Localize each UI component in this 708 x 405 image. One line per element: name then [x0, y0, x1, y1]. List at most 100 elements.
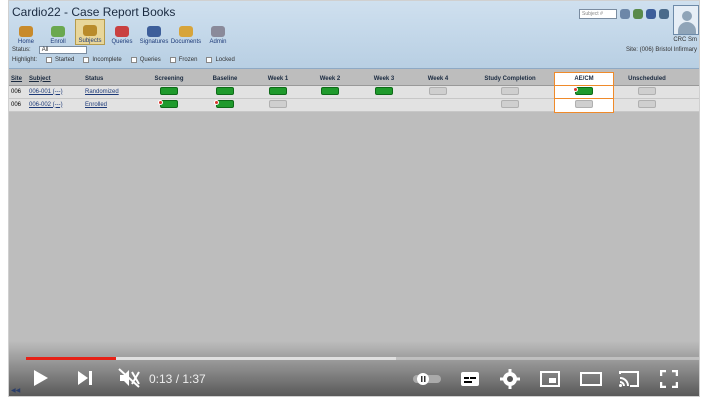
- cast-button[interactable]: [617, 369, 641, 389]
- toolbar-queries-button[interactable]: Queries: [107, 19, 137, 45]
- visit-cell[interactable]: [554, 84, 614, 100]
- search-icon[interactable]: [620, 9, 630, 19]
- subject-search-input[interactable]: Subject #: [579, 9, 617, 19]
- visit-status-button[interactable]: [321, 86, 339, 95]
- progress-played: [26, 357, 116, 360]
- fullscreen-button[interactable]: [659, 369, 679, 389]
- visit-cell: [303, 99, 357, 112]
- casebook-grid: Site Subject Status Screening Baseline Week 1…: [9, 71, 699, 113]
- visit-cell[interactable]: [613, 99, 681, 112]
- app-header: Cardio22 - Case Report Books Home Enroll S…: [9, 1, 699, 69]
- highlight-started-label: Started: [55, 57, 75, 63]
- visit-cell[interactable]: [613, 86, 681, 99]
- visit-cell[interactable]: [141, 86, 197, 99]
- toolbar-admin-button[interactable]: Admin: [203, 19, 233, 45]
- logout-icon[interactable]: [659, 9, 669, 19]
- refresh-icon[interactable]: [633, 9, 643, 19]
- home-icon: [19, 26, 33, 37]
- miniplayer-icon: [540, 371, 560, 387]
- column-header: Unscheduled: [628, 75, 666, 82]
- toolbar-label: Signatures: [139, 39, 169, 45]
- highlight-filter: Highlight: Started Incomplete Queries Fr…: [12, 57, 235, 63]
- visit-cell[interactable]: [554, 97, 614, 113]
- next-button[interactable]: [75, 369, 95, 387]
- visit-cell[interactable]: [465, 99, 555, 112]
- visit-status-button[interactable]: [638, 86, 656, 95]
- toolbar-label: Subjects: [78, 38, 102, 44]
- visit-status-button[interactable]: [429, 86, 447, 95]
- visit-cell[interactable]: [197, 99, 253, 112]
- play-button[interactable]: [31, 367, 51, 389]
- visit-status-button[interactable]: [269, 86, 287, 95]
- visit-cell[interactable]: [197, 86, 253, 99]
- status-label: Status:: [12, 47, 31, 53]
- query-flag-icon: [573, 86, 578, 92]
- toolbar-subjects-button[interactable]: Subjects: [75, 19, 105, 45]
- site-label: Site: (006) Bristol Infirmary: [625, 47, 697, 53]
- subject-link[interactable]: 006-001 (---): [27, 86, 83, 99]
- status-select[interactable]: All: [38, 46, 87, 54]
- mute-button[interactable]: [117, 367, 141, 389]
- first-page-icon[interactable]: ◀◀: [11, 387, 20, 394]
- toolbar-label: Documents: [170, 39, 202, 45]
- avatar[interactable]: [673, 5, 699, 35]
- subject-link[interactable]: 006-002 (---): [27, 99, 83, 112]
- column-header[interactable]: Subject: [27, 73, 83, 86]
- avatar-head: [682, 11, 692, 21]
- column-header: Week 3: [373, 75, 395, 82]
- grid-header-row: Site Subject Status Screening Baseline Week 1…: [9, 71, 699, 87]
- column-header[interactable]: Site: [9, 73, 27, 86]
- toolbar-documents-button[interactable]: Documents: [171, 19, 201, 45]
- visit-status-button[interactable]: [575, 99, 593, 108]
- highlight-started-checkbox[interactable]: [46, 57, 53, 63]
- visit-cell[interactable]: [253, 86, 303, 99]
- toolbar-signatures-button[interactable]: Signatures: [139, 19, 169, 45]
- highlight-queries-label: Queries: [139, 57, 161, 63]
- autoplay-toggle[interactable]: [413, 373, 441, 385]
- help-icon[interactable]: [646, 9, 656, 19]
- highlight-frozen-checkbox[interactable]: [169, 57, 176, 63]
- autoplay-icon: [413, 373, 441, 385]
- column-header: Week 1: [267, 75, 289, 82]
- toolbar-label: Home: [17, 39, 34, 45]
- settings-button[interactable]: [500, 369, 520, 389]
- status-link[interactable]: Enrolled: [83, 99, 141, 112]
- status-link[interactable]: Randomized: [83, 86, 141, 99]
- subjects-icon: [83, 25, 97, 36]
- toolbar-label: Queries: [111, 39, 133, 45]
- highlight-queries-checkbox[interactable]: [130, 57, 137, 63]
- subtitles-button[interactable]: [459, 370, 481, 388]
- visit-status-button[interactable]: [375, 86, 393, 95]
- visit-cell[interactable]: [141, 99, 197, 112]
- volume-muted-icon: [118, 368, 140, 388]
- header-tools: Subject #: [579, 9, 669, 19]
- column-header: AE/CM: [554, 71, 614, 87]
- visit-status-button[interactable]: [269, 99, 287, 108]
- toolbar-label: Admin: [209, 39, 227, 45]
- visit-cell[interactable]: [411, 86, 465, 99]
- toolbar-enroll-button[interactable]: Enroll: [43, 19, 73, 45]
- visit-cell[interactable]: [357, 86, 411, 99]
- visit-cell[interactable]: [303, 86, 357, 99]
- admin-icon: [211, 26, 225, 37]
- visit-cell[interactable]: [253, 99, 303, 112]
- visit-status-button[interactable]: [501, 99, 519, 108]
- table-row: 006 006-002 (---) Enrolled: [9, 97, 699, 113]
- documents-icon: [179, 26, 193, 37]
- visit-cell[interactable]: [465, 86, 555, 99]
- video-frame[interactable]: Cardio22 - Case Report Books Home Enroll S…: [8, 0, 700, 397]
- toolbar-label: Enroll: [50, 39, 66, 45]
- progress-bar[interactable]: [26, 357, 699, 360]
- highlight-incomplete-checkbox[interactable]: [83, 57, 90, 63]
- visit-status-button[interactable]: [638, 99, 656, 108]
- visit-status-button[interactable]: [160, 86, 178, 95]
- theater-mode-button[interactable]: [579, 371, 603, 387]
- visit-status-button[interactable]: [216, 86, 234, 95]
- miniplayer-button[interactable]: [539, 370, 561, 388]
- highlight-locked-checkbox[interactable]: [206, 57, 213, 63]
- queries-icon: [115, 26, 129, 37]
- column-header: Week 4: [427, 75, 449, 82]
- toolbar-home-button[interactable]: Home: [11, 19, 41, 45]
- highlight-label: Highlight:: [12, 57, 38, 63]
- visit-status-button[interactable]: [501, 86, 519, 95]
